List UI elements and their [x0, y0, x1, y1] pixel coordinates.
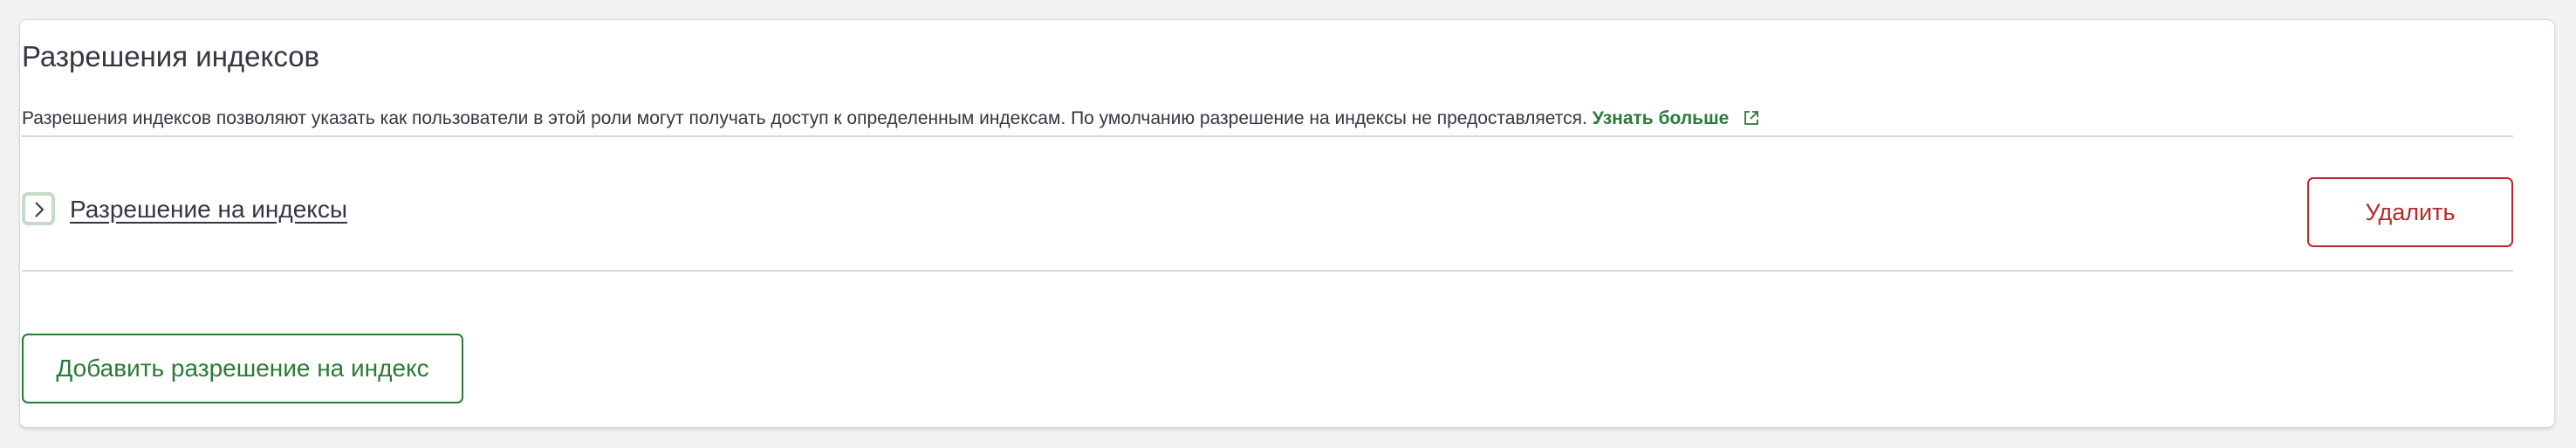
description-text: Разрешения индексов позволяют указать ка…	[22, 108, 1587, 128]
chevron-right-icon	[35, 202, 45, 217]
section-description: Разрешения индексов позволяют указать ка…	[22, 107, 1760, 134]
delete-button[interactable]: Удалить	[2307, 177, 2513, 247]
permission-row: Разрешение на индексы Удалить	[22, 175, 2513, 255]
section-divider	[22, 135, 2513, 137]
section-title: Разрешения индексов	[22, 40, 320, 72]
add-index-permission-button[interactable]: Добавить разрешение на индекс	[22, 334, 463, 403]
row-divider	[22, 270, 2513, 272]
external-link-icon	[1743, 109, 1760, 134]
learn-more-link[interactable]: Узнать больше	[1593, 108, 1760, 128]
expand-toggle-button[interactable]	[22, 192, 55, 225]
permission-label-link[interactable]: Разрешение на индексы	[70, 196, 347, 224]
learn-more-label: Узнать больше	[1592, 108, 1730, 128]
